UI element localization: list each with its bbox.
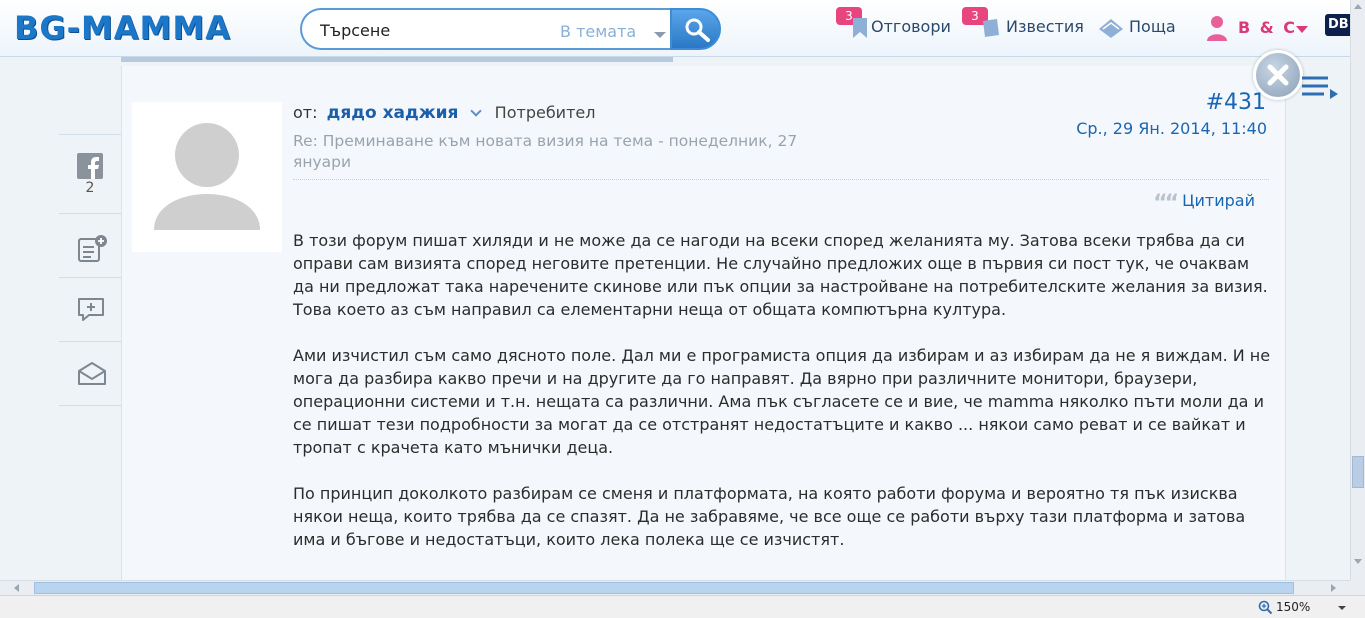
replies-link[interactable]: Отговори — [871, 17, 951, 36]
notifications-link[interactable]: Известия — [1006, 17, 1084, 36]
chevron-down-icon[interactable] — [1296, 26, 1308, 33]
chevron-down-icon[interactable] — [1338, 606, 1346, 610]
author-row: от: дядо хаджия Потребител — [293, 103, 595, 123]
chevron-down-icon[interactable] — [654, 32, 666, 38]
bookmark-post-action[interactable] — [59, 214, 121, 278]
mail-icon — [1099, 19, 1123, 38]
close-icon — [1267, 64, 1289, 86]
from-label: от: — [293, 103, 318, 122]
search-button[interactable] — [670, 8, 721, 50]
user-avatar-icon — [1207, 16, 1227, 41]
bookmark-icon — [853, 18, 867, 38]
facebook-count: 2 — [85, 180, 95, 196]
search-bar: В темата — [300, 8, 721, 50]
message-author-action[interactable] — [59, 342, 121, 406]
author-role: Потребител — [494, 103, 596, 122]
post-paragraph: Ами изчистил съм само дясното поле. Дал … — [293, 346, 1271, 457]
horizontal-scrollbar[interactable] — [0, 580, 1350, 595]
post-number-link[interactable]: #431 — [1206, 90, 1266, 115]
search-box: В темата — [300, 8, 680, 50]
envelope-icon — [78, 362, 106, 385]
divider — [293, 179, 1269, 180]
scroll-down-icon[interactable] — [1354, 559, 1362, 564]
post-paragraph: В този форум пишат хиляди и не може да с… — [293, 231, 1268, 319]
search-scope-select[interactable]: В темата — [560, 22, 636, 41]
browser-status-bar: 150% — [0, 595, 1365, 618]
zoom-level[interactable]: 150% — [1276, 600, 1310, 614]
vertical-scrollbar[interactable] — [1350, 0, 1365, 580]
add-comment-icon — [78, 298, 104, 321]
site-header: BG-MAMMA В темата 3 Отговори 3 Известия … — [0, 0, 1350, 57]
facebook-icon — [77, 153, 103, 179]
mail-link[interactable]: Поща — [1129, 17, 1176, 36]
close-button[interactable] — [1253, 50, 1303, 100]
db-badge[interactable]: DB — [1325, 14, 1350, 36]
post-date: Ср., 29 Ян. 2014, 11:40 — [1076, 119, 1267, 138]
scroll-right-icon[interactable] — [1331, 584, 1336, 592]
search-icon — [685, 18, 710, 42]
user-menu[interactable]: B & C — [1238, 18, 1297, 37]
quote-button[interactable]: ““ Цитирай — [1153, 191, 1255, 216]
site-logo[interactable]: BG-MAMMA — [14, 9, 231, 47]
post-subject: Re: Преминаване към новата визия на тема… — [293, 132, 798, 171]
zoom-icon[interactable] — [1258, 600, 1273, 615]
facebook-share[interactable]: 2 — [59, 134, 121, 214]
notification-icon — [983, 19, 999, 37]
search-input[interactable] — [320, 18, 540, 42]
scrollbar-thumb[interactable] — [1352, 456, 1364, 488]
chevron-down-icon[interactable] — [469, 105, 482, 117]
scrollbar-thumb[interactable] — [34, 582, 1294, 594]
quote-icon: ““ — [1153, 191, 1179, 216]
scroll-left-icon[interactable] — [14, 584, 19, 592]
forum-post: от: дядо хаджия Потребител Re: Преминава… — [121, 66, 1286, 580]
reply-post-action[interactable] — [59, 278, 121, 342]
post-paragraph: По принцип доколкото разбирам се сменя и… — [293, 484, 1246, 549]
author-avatar[interactable] — [132, 102, 282, 252]
scroll-up-icon[interactable] — [1354, 4, 1362, 9]
post-action-sidebar: 2 — [59, 134, 121, 406]
scrollbar-corner — [1350, 580, 1365, 595]
reading-progress-bar — [121, 57, 673, 62]
quote-label: Цитирай — [1182, 191, 1255, 210]
add-note-icon — [78, 235, 107, 262]
default-avatar-icon — [154, 123, 260, 230]
list-toggle-icon[interactable] — [1300, 72, 1342, 102]
post-body: В този форум пишат хиляди и не може да с… — [293, 229, 1273, 574]
author-name-link[interactable]: дядо хаджия — [327, 103, 459, 123]
